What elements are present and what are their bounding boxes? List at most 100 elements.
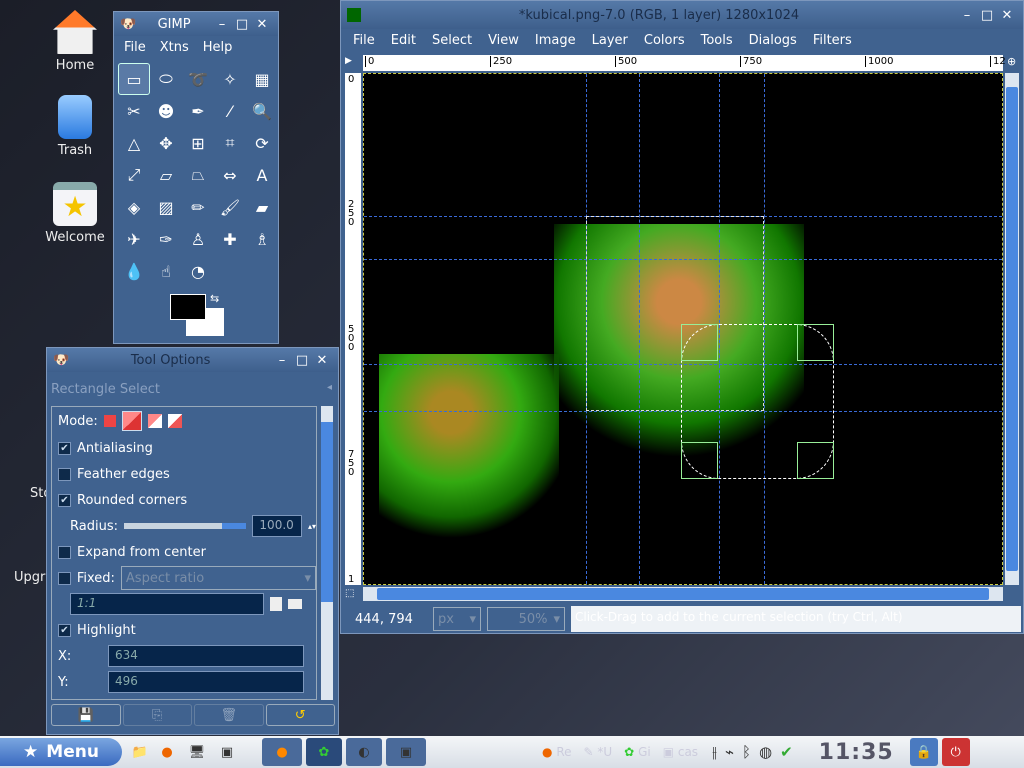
window-list-item[interactable]: ✿ Gi <box>624 745 651 759</box>
tool-text[interactable]: A <box>246 159 278 191</box>
image-canvas[interactable] <box>363 73 1003 585</box>
menu-button[interactable]: ★ Menu <box>0 738 122 766</box>
panel-menu-icon[interactable]: ◂ <box>327 382 332 397</box>
task-gimp[interactable]: ✿ <box>306 738 342 766</box>
checkbox[interactable] <box>58 545 71 559</box>
y-input[interactable]: 496 <box>108 671 304 693</box>
scrollbar[interactable] <box>321 406 333 700</box>
toolbox-titlebar[interactable]: 🐶 GIMP – □ ✕ <box>114 12 278 36</box>
tool-pencil[interactable]: ✏ <box>182 191 214 223</box>
window-list-item[interactable]: ● Re <box>542 745 572 759</box>
radius-input[interactable]: 100.0 <box>252 515 302 537</box>
tool-rotate[interactable]: ⟳ <box>246 127 278 159</box>
computer-icon[interactable]: 🖥 <box>182 745 212 760</box>
corner-handle[interactable] <box>797 442 834 479</box>
menu-view[interactable]: View <box>488 33 519 48</box>
tool-perspective-clone[interactable]: ♗ <box>246 223 278 255</box>
vertical-scrollbar[interactable] <box>1005 73 1019 585</box>
zoom-dropdown[interactable]: 50% ▾ <box>487 607 565 631</box>
menu-select[interactable]: Select <box>432 33 472 48</box>
menu-dialogs[interactable]: Dialogs <box>749 33 797 48</box>
mode-intersect-icon[interactable] <box>167 414 182 428</box>
tool-flip[interactable]: ⇔ <box>214 159 246 191</box>
menu-colors[interactable]: Colors <box>644 33 685 48</box>
tool-eraser[interactable]: ▰ <box>246 191 278 223</box>
landscape-icon[interactable] <box>288 599 302 609</box>
tool-select-by-color[interactable]: ▦ <box>246 63 278 95</box>
maximize-button[interactable]: □ <box>977 8 997 23</box>
checkbox[interactable] <box>58 467 71 481</box>
tool-ellipse-select[interactable]: ⬭ <box>150 63 182 95</box>
menu-file[interactable]: File <box>124 40 146 55</box>
mixer-icon[interactable]: ⫲ <box>712 743 717 761</box>
tool-crop[interactable]: ⌗ <box>214 127 246 159</box>
lock-screen-button[interactable]: 🔒 <box>909 738 938 766</box>
menu-help[interactable]: Help <box>203 40 233 55</box>
ratio-input[interactable]: 1:1 <box>70 593 264 615</box>
rounded-corners-checkbox[interactable]: ✔ Rounded corners <box>52 487 316 513</box>
highlight-checkbox[interactable]: ✔ Highlight <box>52 617 316 643</box>
tool-foreground-select[interactable]: ☻ <box>150 95 182 127</box>
foreground-color[interactable] <box>170 294 206 320</box>
navigate-icon[interactable]: ⊕ <box>1007 55 1016 68</box>
firefox-icon[interactable]: ● <box>152 745 182 760</box>
corner-handle[interactable] <box>797 324 834 361</box>
tool-ink[interactable]: ✑ <box>150 223 182 255</box>
tool-dodge-burn[interactable]: ◔ <box>182 255 214 287</box>
tool-paths[interactable]: ✒ <box>182 95 214 127</box>
quick-mask-icon[interactable]: ⬚ <box>345 588 354 599</box>
tool-move[interactable]: ✥ <box>150 127 182 159</box>
clock[interactable]: 11:35 <box>819 740 894 765</box>
menu-edit[interactable]: Edit <box>391 33 416 48</box>
maximize-button[interactable]: □ <box>292 353 312 368</box>
task-terminal[interactable]: ▣ <box>386 738 426 766</box>
horizontal-scrollbar[interactable] <box>363 587 1003 601</box>
tool-smudge[interactable]: ☝ <box>150 255 182 287</box>
tool-airbrush[interactable]: ✈ <box>118 223 150 255</box>
desktop-icon-welcome[interactable]: ★ Welcome <box>35 182 115 245</box>
expand-checkbox[interactable]: Expand from center <box>52 539 316 565</box>
unit-dropdown[interactable]: px ▾ <box>433 607 481 631</box>
tool-free-select[interactable]: ➰ <box>182 63 214 95</box>
tool-perspective[interactable]: ⏢ <box>182 159 214 191</box>
task-3[interactable]: ◐ <box>346 738 382 766</box>
mode-replace-icon[interactable] <box>103 415 116 427</box>
image-titlebar[interactable]: *kubical.png-7.0 (RGB, 1 layer) 1280x102… <box>341 1 1023 29</box>
corner-handle[interactable] <box>681 442 718 479</box>
tool-blend[interactable]: ▨ <box>150 191 182 223</box>
tool-clone[interactable]: ♙ <box>182 223 214 255</box>
x-input[interactable]: 634 <box>108 645 304 667</box>
tool-scissors[interactable]: ✂ <box>118 95 150 127</box>
radius-slider[interactable] <box>123 523 247 529</box>
menu-arrow-icon[interactable]: ▶ <box>345 56 352 66</box>
tool-heal[interactable]: ✚ <box>214 223 246 255</box>
logout-button[interactable]: ⏻ <box>941 738 970 766</box>
mode-add-icon[interactable] <box>121 411 142 431</box>
minimize-button[interactable]: – <box>272 353 292 368</box>
tool-blur[interactable]: 💧 <box>118 255 150 287</box>
power-plug-icon[interactable]: ⌁ <box>725 743 734 761</box>
fixed-dropdown[interactable]: Aspect ratio ▾ <box>120 566 316 590</box>
mode-subtract-icon[interactable] <box>147 414 162 428</box>
swap-colors-icon[interactable]: ⇆ <box>210 292 219 305</box>
tool-bucket-fill[interactable]: ◈ <box>118 191 150 223</box>
tool-scale[interactable]: ⤢ <box>118 159 150 191</box>
bluetooth-icon[interactable]: ᛒ <box>742 743 751 761</box>
corner-handle[interactable] <box>681 324 718 361</box>
save-options-button[interactable]: 💾 <box>51 704 121 726</box>
tool-measure[interactable]: △ <box>118 127 150 159</box>
network-icon[interactable]: ◍ <box>759 743 772 761</box>
checkbox[interactable]: ✔ <box>58 623 71 637</box>
reset-options-button[interactable]: ↺ <box>265 704 335 726</box>
menu-layer[interactable]: Layer <box>592 33 628 48</box>
minimize-button[interactable]: – <box>957 8 977 23</box>
close-button[interactable]: ✕ <box>252 17 272 32</box>
tool-rect-select[interactable]: ▭ <box>118 63 150 95</box>
tool-shear[interactable]: ▱ <box>150 159 182 191</box>
window-list-item[interactable]: ✎ *U <box>584 745 613 759</box>
close-button[interactable]: ✕ <box>312 353 332 368</box>
spin-button[interactable]: ▴▾ <box>308 522 316 531</box>
launcher-files-icon[interactable]: 📁 <box>128 745 152 760</box>
tool-align[interactable]: ⊞ <box>182 127 214 159</box>
menu-filters[interactable]: Filters <box>813 33 852 48</box>
